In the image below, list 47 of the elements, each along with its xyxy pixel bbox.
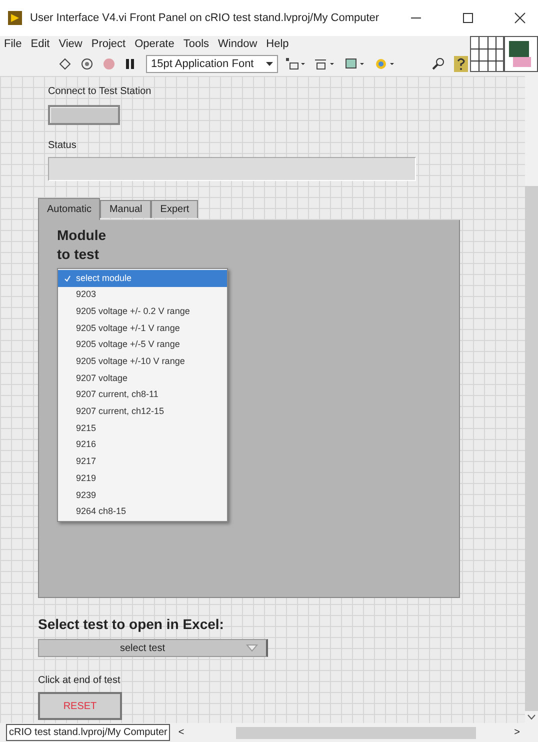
status-bar-path: cRIO test stand.lvproj/My Computer xyxy=(6,724,170,741)
dropdown-option[interactable]: 9207 voltage xyxy=(58,370,227,387)
field-label: Status xyxy=(48,139,78,153)
dropdown-option[interactable]: select module xyxy=(58,270,227,287)
menu-item[interactable]: Edit xyxy=(30,36,50,52)
menu-item[interactable]: Operate xyxy=(134,36,174,52)
tab[interactable]: Automatic xyxy=(38,198,100,220)
dropdown-option[interactable]: 9205 voltage +/- 0.2 V range xyxy=(58,303,227,320)
dropdown-option[interactable]: 9205 voltage +/-10 V range xyxy=(58,353,227,370)
scroll-left-button[interactable]: < xyxy=(178,725,184,740)
dropdown-option[interactable]: 9216 xyxy=(58,436,227,454)
app-logo-icon xyxy=(8,11,22,25)
maximize-icon[interactable] xyxy=(462,12,474,24)
dropdown-option[interactable]: 9219 xyxy=(58,470,227,487)
excel-label: Select test to open in Excel: xyxy=(38,615,225,634)
close-icon[interactable] xyxy=(514,12,526,24)
font-dropdown[interactable]: 15pt Application Font xyxy=(146,55,278,73)
dropdown-option[interactable]: 9205 voltage +/-1 V range xyxy=(58,320,227,337)
menu-item[interactable]: Project xyxy=(91,36,126,52)
help-icon[interactable] xyxy=(452,54,470,74)
menu-item[interactable]: View xyxy=(58,36,82,52)
test-dropdown[interactable]: select test xyxy=(38,639,268,657)
menu-item[interactable]: File xyxy=(4,36,22,52)
caret-icon xyxy=(266,62,273,66)
dropdown-option[interactable]: 9264 ch8-15 xyxy=(58,504,227,520)
dropdown-option[interactable]: 9207 current, ch8-11 xyxy=(58,386,227,404)
menu-item[interactable]: Tools xyxy=(183,36,210,52)
connect-button[interactable] xyxy=(48,105,120,125)
reset-label: Click at end of test xyxy=(38,674,122,688)
dropdown-option[interactable]: 9239 xyxy=(58,486,227,504)
module-label: Module to test xyxy=(57,226,107,264)
caret-icon xyxy=(246,644,258,652)
dropdown-option[interactable]: 9215 xyxy=(58,420,227,437)
dropdown-option[interactable]: 9217 xyxy=(58,454,227,470)
tab[interactable]: Expert xyxy=(151,200,198,218)
field-label: Connect to Test Station xyxy=(48,85,152,99)
scroll-right-button[interactable]: > xyxy=(514,725,520,740)
checkmark-icon xyxy=(64,274,70,282)
window-title: User Interface V4.vi Front Panel on cRIO test stand.lvproj/My Computer xyxy=(30,10,380,26)
menu-item[interactable]: Window xyxy=(218,36,258,52)
dropdown-option[interactable]: 9205 voltage +/-5 V range xyxy=(58,336,227,354)
dropdown-option[interactable]: 9203 xyxy=(58,286,227,304)
dropdown-option[interactable]: 9207 current, ch12-15 xyxy=(58,404,227,420)
horizontal-scrollbar[interactable] xyxy=(236,726,476,738)
menu-item[interactable]: Help xyxy=(266,36,289,52)
tab[interactable]: Manual xyxy=(100,200,152,218)
connector-pane-icon xyxy=(470,36,504,72)
